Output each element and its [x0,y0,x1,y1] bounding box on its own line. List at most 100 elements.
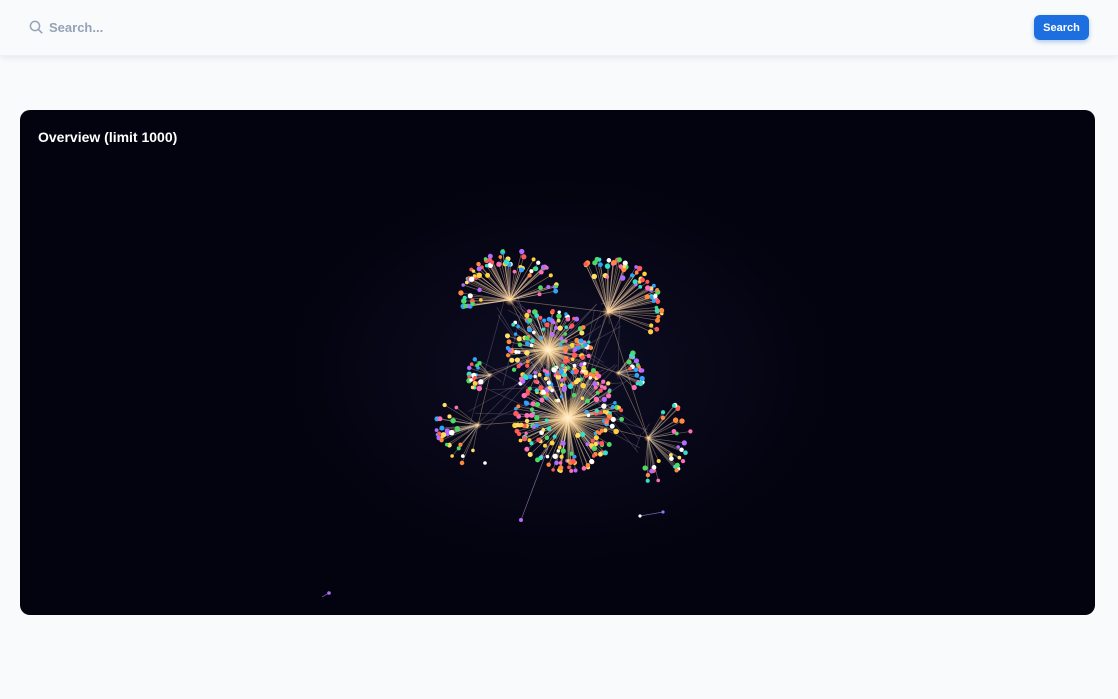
graph-node[interactable] [464,280,469,285]
graph-node[interactable] [553,288,559,294]
graph-node[interactable] [660,410,666,415]
graph-node[interactable] [645,285,651,291]
graph-node[interactable] [569,323,575,329]
graph-node[interactable] [640,277,645,283]
graph-node[interactable] [454,405,459,410]
graph-node[interactable] [572,363,577,368]
graph-node[interactable] [536,437,541,443]
graph-node[interactable] [525,363,530,368]
graph-node[interactable] [534,313,539,318]
graph-node[interactable] [680,458,686,464]
graph-hub[interactable] [602,306,614,318]
graph-hub[interactable] [644,434,652,442]
graph-node[interactable] [513,410,519,417]
graph-node[interactable] [634,265,639,269]
graph-node[interactable] [434,428,439,433]
graph-node[interactable] [596,373,602,379]
graph-node[interactable] [461,283,465,287]
graph-node[interactable] [537,292,542,297]
graph-node[interactable] [619,408,624,413]
graph-node[interactable] [569,469,574,473]
graph-node[interactable] [653,293,658,299]
graph-node[interactable] [500,249,505,253]
graph-node[interactable] [597,257,602,262]
graph-node[interactable] [511,367,517,372]
graph-node[interactable] [557,445,562,450]
graph-node[interactable] [477,287,482,293]
graph-node[interactable] [598,262,603,268]
graph-node[interactable] [544,435,550,440]
graph-node[interactable] [463,303,468,309]
graph-node[interactable] [458,442,463,447]
graph-hub[interactable] [504,294,516,306]
graph-node[interactable] [629,273,635,278]
graph-node[interactable] [533,379,538,384]
graph-node[interactable] [450,417,456,424]
graph-node[interactable] [601,379,606,384]
graph-node[interactable] [541,327,546,332]
graph-node[interactable] [669,456,674,461]
graph-node[interactable] [515,422,521,428]
graph-node[interactable] [514,428,520,434]
graph-node[interactable] [573,468,578,473]
graph-node[interactable] [517,342,523,348]
graph-node[interactable] [537,372,542,377]
graph-node[interactable] [634,270,639,275]
graph-node[interactable] [679,447,684,453]
graph-node[interactable] [444,442,449,447]
graph-node[interactable] [590,438,595,443]
graph-node[interactable] [599,384,604,389]
graph-node[interactable] [567,383,574,390]
graph-node[interactable] [539,397,545,403]
network-graph-canvas[interactable] [20,110,1095,615]
graph-node[interactable] [654,326,660,332]
graph-node[interactable] [674,468,679,473]
graph-node[interactable] [589,459,595,465]
graph-node[interactable] [516,404,521,409]
graph-node[interactable] [534,388,540,393]
graph-node[interactable] [524,446,530,452]
graph-node[interactable] [479,298,483,302]
graph-node[interactable] [442,402,447,408]
graph-node[interactable] [525,359,530,364]
graph-node[interactable] [581,365,587,371]
graph-node[interactable] [450,454,454,458]
graph-node[interactable] [622,260,628,266]
graph-node[interactable] [602,409,607,414]
graph-node[interactable] [552,453,558,459]
graph-node[interactable] [524,312,530,318]
graph-node[interactable] [529,269,534,274]
graph-node[interactable] [572,347,578,352]
graph-node[interactable] [602,450,608,456]
graph-node[interactable] [551,468,555,472]
graph-node[interactable] [478,379,484,385]
graph-node[interactable] [506,346,511,351]
graph-node[interactable] [588,376,593,380]
graph-node[interactable] [528,412,535,418]
graph-node[interactable] [564,325,569,329]
graph-node[interactable] [599,440,605,447]
graph-node[interactable] [462,295,467,300]
graph-node[interactable] [560,440,566,446]
graph-node[interactable] [581,466,587,471]
graph-node[interactable] [472,357,478,362]
graph-node[interactable] [671,429,677,434]
graph-node[interactable] [654,317,661,323]
graph-node[interactable] [574,316,580,322]
graph-node[interactable] [645,279,650,284]
graph-node[interactable] [484,263,489,268]
graph-node[interactable] [546,380,551,385]
graph-node[interactable] [532,330,536,335]
graph-node[interactable] [637,380,644,387]
graph-node[interactable] [582,361,587,366]
graph-node[interactable] [562,358,569,364]
graph-node[interactable] [469,276,475,282]
graph-node[interactable] [521,254,527,260]
graph-node[interactable] [609,423,615,429]
graph-node[interactable] [591,445,598,451]
graph-node[interactable] [519,267,525,273]
graph-node[interactable] [529,407,535,412]
graph-node[interactable] [644,294,650,300]
graph-node[interactable] [668,453,673,457]
graph-node[interactable] [585,442,590,447]
